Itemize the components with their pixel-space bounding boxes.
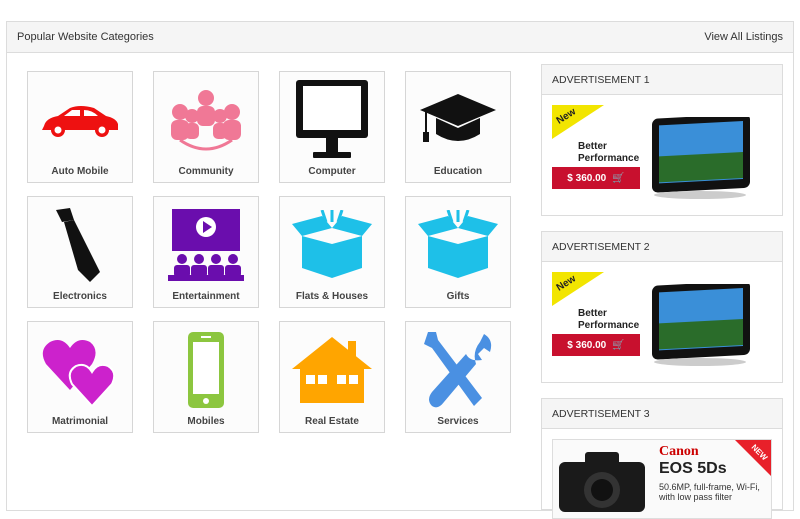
ad-tagline: Better: [578, 141, 607, 152]
category-label: Education: [433, 166, 483, 177]
price-badge[interactable]: $ 360.00 🛒: [552, 167, 640, 189]
category-tile-flats-houses[interactable]: Flats & Houses: [279, 196, 385, 308]
category-label: Matrimonial: [51, 416, 109, 427]
advertisement-2[interactable]: ADVERTISEMENT 2 New Better Performance $…: [541, 231, 783, 383]
category-tile-electronics[interactable]: Electronics: [27, 196, 133, 308]
ad-model: EOS 5Ds: [659, 460, 727, 477]
camera-image: [559, 452, 645, 512]
category-tile-services[interactable]: Services: [405, 321, 511, 433]
ad-banner[interactable]: New Better Performance $ 360.00 🛒: [552, 272, 772, 372]
panel-header: Popular Website Categories View All List…: [7, 22, 793, 53]
category-tile-mobiles[interactable]: Mobiles: [153, 321, 259, 433]
ad-description: 50.6MP, full-frame, Wi-Fi, with low pass…: [659, 482, 760, 502]
open-box-icon: [280, 203, 384, 287]
category-tile-real-estate[interactable]: Real Estate: [279, 321, 385, 433]
house-icon: [280, 328, 384, 412]
car-icon: [28, 78, 132, 162]
advertisement-3[interactable]: ADVERTISEMENT 3 Canon EOS 5Ds 50.6MP, fu…: [541, 398, 783, 519]
monitor-icon: [280, 78, 384, 162]
price-badge[interactable]: $ 360.00 🛒: [552, 334, 640, 356]
price-label: $ 360.00: [567, 172, 607, 184]
tie-icon: [28, 203, 132, 287]
categories-panel: Popular Website Categories View All List…: [6, 21, 794, 519]
graduation-cap-icon: [406, 78, 510, 162]
mobile-phone-icon: [154, 328, 258, 412]
view-all-listings-link[interactable]: View All Listings: [704, 31, 783, 43]
tablet-image: [652, 284, 750, 366]
ad-title: ADVERTISEMENT 1: [542, 65, 782, 95]
category-label: Auto Mobile: [51, 166, 109, 177]
category-tile-gifts[interactable]: Gifts: [405, 196, 511, 308]
cart-icon: 🛒: [612, 339, 625, 351]
category-label: Services: [437, 416, 479, 427]
category-label: Gifts: [446, 291, 470, 302]
category-label: Flats & Houses: [295, 291, 369, 302]
category-label: Electronics: [53, 291, 107, 302]
ad-tagline: Better: [578, 308, 607, 319]
advertisement-1[interactable]: ADVERTISEMENT 1 New Better Performance $…: [541, 64, 783, 216]
panel-body: Auto Mobile Community Computer Education…: [7, 53, 793, 519]
category-label: Real Estate: [305, 416, 359, 427]
category-tile-auto-mobile[interactable]: Auto Mobile: [27, 71, 133, 183]
category-label: Mobiles: [187, 416, 225, 427]
category-label: Community: [178, 166, 234, 177]
panel-title: Popular Website Categories: [17, 31, 154, 43]
ad-title: ADVERTISEMENT 2: [542, 232, 782, 262]
ad-tagline: Performance: [578, 320, 640, 331]
ad-banner[interactable]: Canon EOS 5Ds 50.6MP, full-frame, Wi-Fi,…: [552, 439, 772, 519]
ad-banner[interactable]: New Better Performance $ 360.00 🛒: [552, 105, 772, 205]
category-tile-matrimonial[interactable]: Matrimonial: [27, 321, 133, 433]
community-icon: [154, 78, 258, 162]
tools-icon: [406, 328, 510, 412]
open-box-icon: [406, 203, 510, 287]
category-label: Computer: [308, 166, 356, 177]
category-tile-community[interactable]: Community: [153, 71, 259, 183]
video-audience-icon: [154, 203, 258, 287]
ad-brand: Canon: [659, 444, 699, 459]
ad-title: ADVERTISEMENT 3: [542, 399, 782, 429]
category-tile-computer[interactable]: Computer: [279, 71, 385, 183]
tablet-image: [652, 117, 750, 199]
price-label: $ 360.00: [567, 339, 607, 351]
category-tile-entertainment[interactable]: Entertainment: [153, 196, 259, 308]
category-tile-education[interactable]: Education: [405, 71, 511, 183]
category-label: Entertainment: [172, 291, 240, 302]
cart-icon: 🛒: [612, 172, 625, 184]
hearts-icon: [28, 328, 132, 412]
ad-tagline: Performance: [578, 153, 640, 164]
